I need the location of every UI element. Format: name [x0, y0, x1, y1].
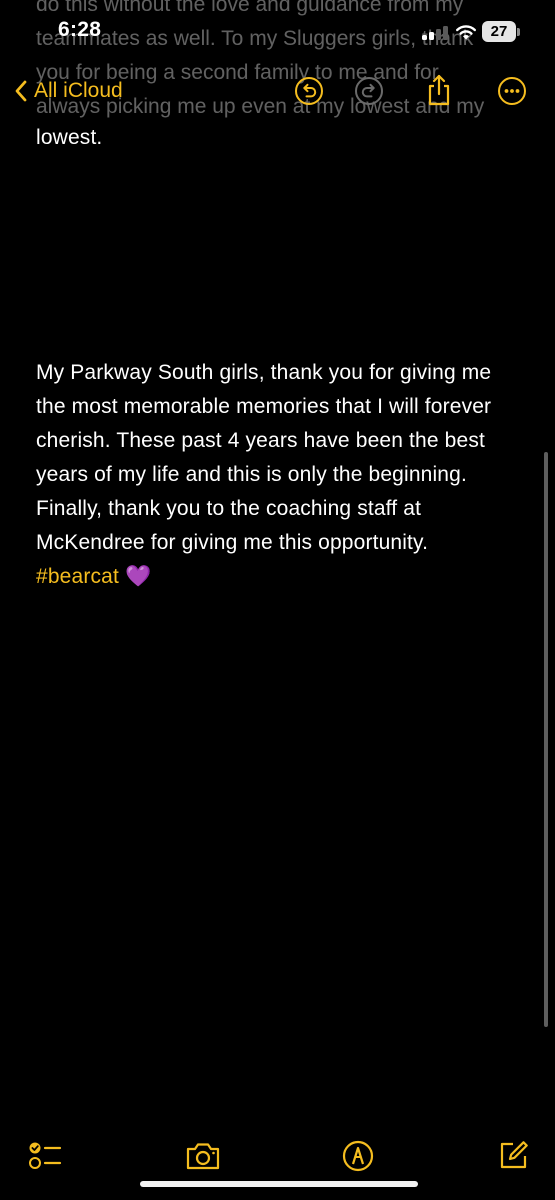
markup-icon[interactable] — [342, 1140, 374, 1172]
camera-icon[interactable] — [185, 1141, 221, 1171]
status-time: 6:28 — [58, 18, 102, 41]
note-text-line[interactable]: lowest. — [36, 121, 102, 155]
note-text-line[interactable]: My Parkway South girls, thank you for gi… — [36, 356, 491, 390]
hashtag-link[interactable]: #bearcat — [36, 565, 119, 588]
back-button-label: All iCloud — [34, 79, 123, 102]
back-button[interactable]: All iCloud — [14, 76, 123, 106]
note-text-line[interactable]: cherish. These past 4 years have been th… — [36, 424, 485, 458]
checklist-icon[interactable] — [28, 1140, 62, 1172]
chevron-left-icon — [15, 80, 27, 102]
scrolled-text-line: do this without the love and guidance fr… — [36, 0, 464, 16]
note-text-line[interactable]: the most memorable memories that I will … — [36, 390, 491, 424]
note-text-line[interactable]: McKendree for giving me this opportunity… — [36, 526, 428, 560]
scrolled-text-line: teammates as well. To my Sluggers girls,… — [36, 27, 474, 50]
share-icon[interactable] — [424, 73, 454, 107]
note-text-line[interactable]: years of my life and this is only the be… — [36, 458, 467, 492]
purple-heart-emoji: 💜 — [124, 565, 152, 588]
undo-icon[interactable] — [294, 76, 324, 106]
redo-icon[interactable] — [354, 76, 384, 106]
more-icon[interactable] — [497, 76, 527, 106]
scroll-indicator[interactable] — [544, 452, 548, 1027]
battery-cap — [517, 28, 520, 36]
home-indicator[interactable] — [140, 1181, 418, 1187]
note-text-line[interactable]: Finally, thank you to the coaching staff… — [36, 492, 421, 526]
wifi-icon — [456, 25, 476, 40]
battery-indicator: 27 — [482, 21, 516, 42]
note-hashtag-line[interactable]: #bearcat 💜 — [36, 560, 151, 594]
cellular-signal-icon — [422, 26, 452, 40]
compose-icon[interactable] — [498, 1139, 530, 1171]
